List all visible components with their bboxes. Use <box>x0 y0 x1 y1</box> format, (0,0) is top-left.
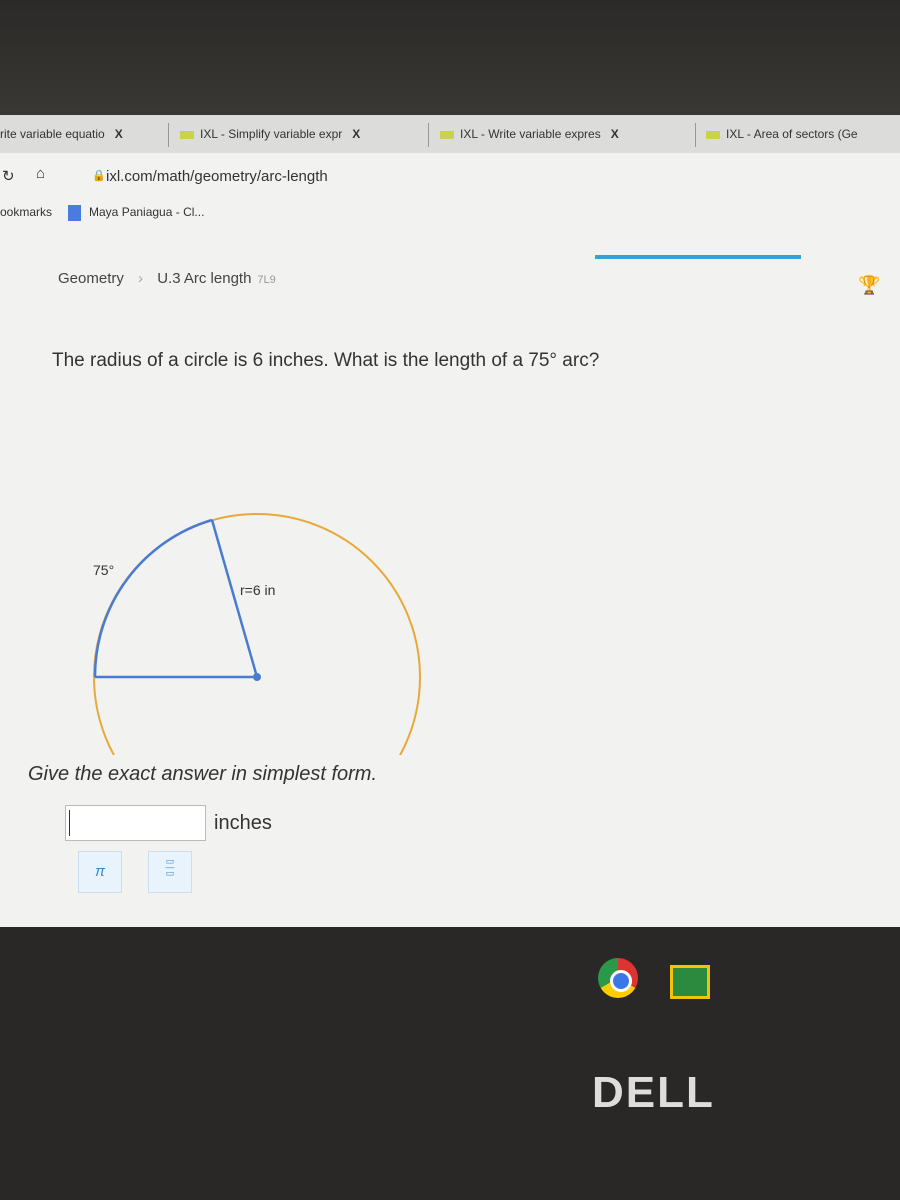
tab[interactable]: IXL - Area of sectors (Ge <box>706 127 858 141</box>
divider <box>428 123 429 147</box>
instruction-text: Give the exact answer in simplest form. <box>28 763 378 785</box>
tab[interactable]: rite variable equatio X <box>0 127 123 141</box>
screen: rite variable equatio X IXL - Simplify va… <box>0 115 900 927</box>
chevron-right-icon: › <box>138 270 144 287</box>
monitor-bezel <box>0 0 900 118</box>
tab[interactable]: IXL - Simplify variable expr X <box>180 127 360 141</box>
close-icon[interactable]: X <box>611 127 619 141</box>
pi-button[interactable]: π <box>78 851 122 893</box>
answer-input[interactable] <box>65 805 206 841</box>
circle-figure: 75° r=6 in <box>93 513 421 755</box>
close-icon[interactable]: X <box>115 127 123 141</box>
chrome-icon[interactable] <box>598 958 638 998</box>
address-bar[interactable]: ↻ ⌂ 🔒 ixl.com/math/geometry/arc-length <box>0 155 900 197</box>
dell-logo: DELL <box>592 1068 715 1117</box>
circle <box>93 513 421 755</box>
radius-label: r=6 in <box>240 582 275 598</box>
ixl-favicon-icon <box>180 130 194 139</box>
ixl-favicon-icon <box>706 130 720 139</box>
home-icon[interactable]: ⌂ <box>36 165 45 182</box>
close-icon[interactable]: X <box>352 127 360 141</box>
tab-title: IXL - Simplify variable expr <box>200 127 343 141</box>
unit-label: inches <box>214 812 272 834</box>
progress-bar <box>595 255 801 259</box>
divider <box>168 123 169 147</box>
lock-icon: 🔒 <box>92 170 106 182</box>
breadcrumb: Geometry › U.3 Arc length 7L9 <box>58 270 276 287</box>
classroom-icon[interactable] <box>670 965 710 999</box>
bookmarks-bar: ookmarks Maya Paniagua - Cl... <box>0 205 204 221</box>
question-text: The radius of a circle is 6 inches. What… <box>52 350 600 371</box>
taskbar <box>0 927 900 1047</box>
bookmarks-label[interactable]: ookmarks <box>0 205 52 219</box>
angle-label: 75° <box>93 562 114 578</box>
bookmark-item[interactable]: Maya Paniagua - Cl... <box>89 205 204 219</box>
fraction-button[interactable]: ▭ — ▭ <box>148 851 192 893</box>
tab-title: rite variable equatio <box>0 127 105 141</box>
ixl-favicon-icon <box>440 130 454 139</box>
url-text[interactable]: ixl.com/math/geometry/arc-length <box>106 168 328 185</box>
tab-strip: rite variable equatio X IXL - Simplify va… <box>0 115 900 153</box>
tab[interactable]: IXL - Write variable expres X <box>440 127 619 141</box>
arc-75 <box>93 518 213 678</box>
fraction-icon: ▭ — ▭ <box>165 856 175 878</box>
breadcrumb-subject[interactable]: Geometry <box>58 270 124 287</box>
skill-code: 7L9 <box>257 274 276 286</box>
docs-icon <box>68 205 82 221</box>
reload-icon[interactable]: ↻ <box>2 167 15 185</box>
center-point <box>253 673 261 681</box>
breadcrumb-skill: U.3 Arc length <box>157 270 252 287</box>
radius-top <box>210 519 259 678</box>
trophy-icon[interactable]: 🏆 <box>858 275 880 296</box>
divider <box>695 123 696 147</box>
tab-title: IXL - Area of sectors (Ge <box>726 127 858 141</box>
tab-title: IXL - Write variable expres <box>460 127 601 141</box>
